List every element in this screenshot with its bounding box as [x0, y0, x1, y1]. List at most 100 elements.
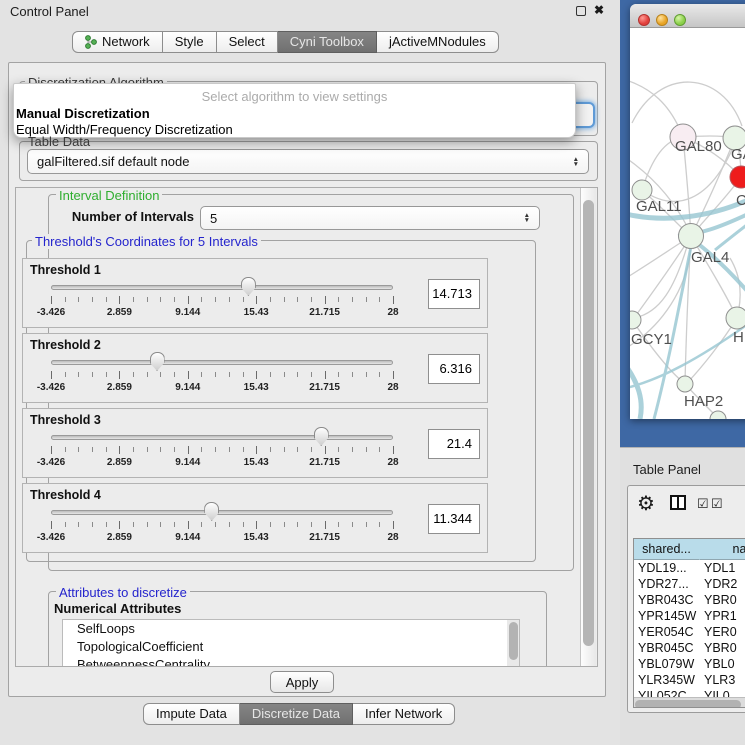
control-panel: Control Panel ✖ NetworkStyleSelectCyni T… [0, 0, 620, 745]
settings-scrollbar[interactable] [580, 188, 596, 666]
slider-tick-label: 9.144 [175, 307, 200, 318]
slider-tick-label: 2.859 [107, 457, 132, 468]
apply-button[interactable]: Apply [270, 671, 334, 693]
slider-track[interactable] [51, 285, 393, 290]
table-cell: YER054C [634, 624, 700, 640]
slider-tick [188, 371, 189, 379]
column-header-shared-[interactable]: shared... [634, 539, 700, 560]
slider-tick-label: 21.715 [309, 457, 340, 468]
threshold-value-field[interactable]: 6.316 [428, 354, 480, 384]
table-row[interactable]: YPR145WYPR1 [634, 608, 745, 624]
tab-cyni-toolbox[interactable]: Cyni Toolbox [278, 31, 377, 53]
slider-tick [366, 447, 367, 452]
slider-tick-label: 2.859 [107, 382, 132, 393]
network-window-titlebar [630, 4, 745, 28]
threshold-slider[interactable]: -3.4262.8599.14415.4321.71528 [51, 409, 393, 479]
slider-tick [147, 297, 148, 302]
threshold-panel-2: Threshold 2-3.4262.8599.14415.4321.71528… [22, 333, 488, 403]
table-row[interactable]: YER054CYER0 [634, 624, 745, 640]
table-row[interactable]: YDL19...YDL1 [634, 560, 745, 576]
checkbox-icon[interactable]: ☑ [711, 496, 723, 512]
threshold-value-field[interactable]: 11.344 [428, 504, 480, 534]
checkbox-icon[interactable]: ☑ [697, 496, 709, 512]
attribute-list-item[interactable]: BetweennessCentrality [63, 656, 519, 667]
slider-tick [160, 372, 161, 377]
slider-tick [188, 521, 189, 529]
algorithm-placeholder: Select algorithm to view settings [14, 89, 575, 104]
slider-tick [256, 446, 257, 454]
slider-tick [174, 372, 175, 377]
slider-tick [352, 372, 353, 377]
network-node[interactable] [730, 166, 745, 188]
column-layout-icon[interactable] [670, 495, 686, 510]
table-horizontal-scrollbar[interactable] [634, 697, 745, 708]
control-panel-titlebar: Control Panel ✖ [0, 0, 620, 24]
slider-thumb[interactable] [204, 502, 219, 521]
table-row[interactable]: YBR045CYBR0 [634, 640, 745, 656]
tab-jactivemnodules[interactable]: jActiveMNodules [377, 31, 499, 53]
slider-track[interactable] [51, 510, 393, 515]
slider-thumb[interactable] [314, 427, 329, 446]
slider-track[interactable] [51, 435, 393, 440]
slider-tick [243, 297, 244, 302]
network-canvas[interactable]: GAL80GAL11GAL4GCY1HHAP2GAC [630, 28, 745, 419]
slider-thumb[interactable] [241, 277, 256, 296]
network-node-gal11[interactable] [632, 180, 652, 200]
slider-tick [92, 372, 93, 377]
float-window-icon[interactable] [576, 6, 586, 16]
network-node-hap2[interactable] [677, 376, 693, 392]
gear-icon[interactable]: ⚙ [637, 491, 655, 516]
attribute-list-item[interactable]: SelfLoops [63, 620, 519, 638]
tab-network[interactable]: Network [72, 31, 163, 53]
threshold-value-field[interactable]: 21.4 [428, 429, 480, 459]
node-label: H [733, 329, 744, 346]
slider-tick [243, 447, 244, 452]
table-data-combobox[interactable]: galFiltered.sif default node ▲▼ [27, 149, 589, 174]
threshold-slider[interactable]: -3.4262.8599.14415.4321.71528 [51, 334, 393, 404]
slider-tick [133, 447, 134, 452]
slider-tick [379, 297, 380, 302]
slider-track[interactable] [51, 360, 393, 365]
menu-item-manual-discretization[interactable]: Manual Discretization [16, 106, 150, 121]
slider-tick-label: 28 [387, 457, 398, 468]
table-row[interactable]: YBR043CYBR0 [634, 592, 745, 608]
close-traffic-light-icon[interactable] [638, 14, 650, 26]
slider-tick [311, 372, 312, 377]
slider-tick [311, 297, 312, 302]
slider-tick-label: -3.426 [37, 457, 65, 468]
column-header-na[interactable]: na [700, 539, 745, 560]
network-node-gal4[interactable] [679, 224, 704, 249]
tab-impute-data[interactable]: Impute Data [143, 703, 240, 725]
slider-tick [366, 297, 367, 302]
table-row[interactable]: YLR345WYLR3 [634, 672, 745, 688]
slider-tick [188, 296, 189, 304]
number-of-intervals-combobox[interactable]: 5 ▲▼ [200, 206, 540, 230]
slider-tick-label: 28 [387, 307, 398, 318]
threshold-slider[interactable]: -3.4262.8599.14415.4321.71528 [51, 484, 393, 554]
tab-select[interactable]: Select [217, 31, 278, 53]
tab-infer-network[interactable]: Infer Network [353, 703, 455, 725]
tab-label: Discretize Data [252, 704, 340, 724]
attributes-list-scrollbar[interactable] [507, 620, 519, 667]
table-panel-box: ⚙ ☑ ☑ shared...na YDL19...YDL1YDR27...YD… [627, 485, 745, 713]
network-node-gcy1[interactable] [630, 311, 641, 329]
attribute-list-item[interactable]: TopologicalCoefficient [63, 638, 519, 656]
tab-style[interactable]: Style [163, 31, 217, 53]
table-row[interactable]: YBL079WYBL0 [634, 656, 745, 672]
close-icon[interactable]: ✖ [594, 3, 604, 17]
slider-tick-label: -3.426 [37, 532, 65, 543]
threshold-value-field[interactable]: 14.713 [428, 279, 480, 309]
table-row[interactable]: YDR27...YDR2 [634, 576, 745, 592]
network-node-h[interactable] [726, 307, 745, 329]
slider-tick [366, 522, 367, 527]
zoom-traffic-light-icon[interactable] [674, 14, 686, 26]
node-label-partial: GA [731, 146, 745, 163]
tab-discretize-data[interactable]: Discretize Data [240, 703, 353, 725]
slider-tick-label: 2.859 [107, 532, 132, 543]
numerical-attributes-list[interactable]: SelfLoopsTopologicalCoefficientBetweenne… [62, 619, 520, 667]
slider-thumb[interactable] [150, 352, 165, 371]
threshold-slider[interactable]: -3.4262.8599.14415.4321.71528 [51, 259, 393, 329]
slider-tick [65, 447, 66, 452]
minimize-traffic-light-icon[interactable] [656, 14, 668, 26]
node-table[interactable]: shared...na YDL19...YDL1YDR27...YDR2YBR0… [633, 538, 745, 708]
